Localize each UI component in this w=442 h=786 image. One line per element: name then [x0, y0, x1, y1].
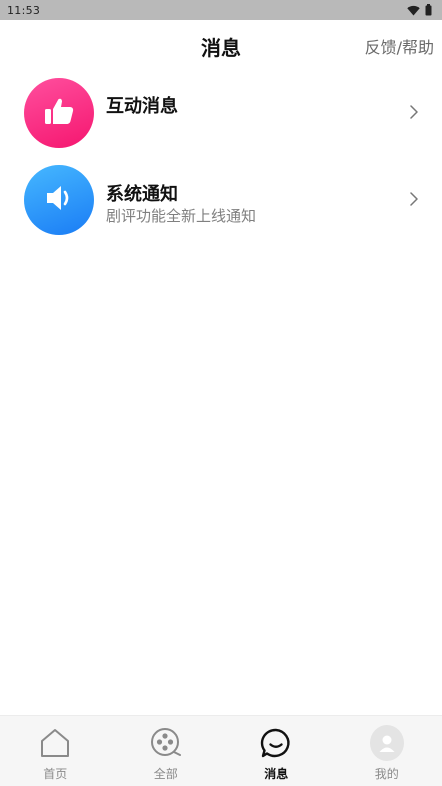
status-time: 11:53 — [7, 3, 41, 17]
tab-me[interactable]: 我的 — [332, 716, 442, 786]
battery-icon — [425, 1, 432, 20]
speaker-icon — [42, 182, 76, 218]
chat-bubble-icon — [259, 726, 293, 760]
chevron-right-icon — [410, 104, 418, 123]
header: 消息 反馈/帮助 — [0, 20, 442, 68]
messages-screen: 11:53 消息 反馈/帮助 互动消息 系统通知 剧评功能全新上线通知 首页 全… — [0, 0, 442, 786]
status-icons — [407, 1, 432, 20]
message-subtitle: 剧评功能全新上线通知 — [106, 207, 257, 225]
message-title: 系统通知 — [106, 184, 178, 205]
thumbs-up-icon — [42, 95, 76, 131]
message-title: 互动消息 — [106, 96, 178, 117]
system-avatar — [24, 165, 94, 235]
tab-label: 全部 — [153, 767, 178, 781]
film-reel-icon — [149, 726, 183, 760]
message-item-system[interactable]: 系统通知 剧评功能全新上线通知 — [0, 163, 442, 243]
feedback-help-link[interactable]: 反馈/帮助 — [365, 34, 434, 58]
message-item-interaction[interactable]: 互动消息 — [0, 76, 442, 156]
profile-avatar-icon — [369, 725, 404, 761]
home-icon — [38, 726, 72, 760]
tab-home[interactable]: 首页 — [0, 716, 111, 786]
tab-label: 消息 — [264, 767, 289, 781]
bottom-tab-bar: 首页 全部 消息 我的 — [0, 715, 442, 786]
tab-label: 我的 — [374, 767, 399, 781]
interaction-avatar — [24, 78, 94, 148]
chevron-right-icon — [410, 191, 418, 210]
tab-label: 首页 — [43, 767, 68, 781]
status-bar: 11:53 — [0, 0, 442, 20]
wifi-icon — [407, 1, 420, 20]
tab-messages[interactable]: 消息 — [221, 716, 332, 786]
tab-all[interactable]: 全部 — [111, 716, 222, 786]
